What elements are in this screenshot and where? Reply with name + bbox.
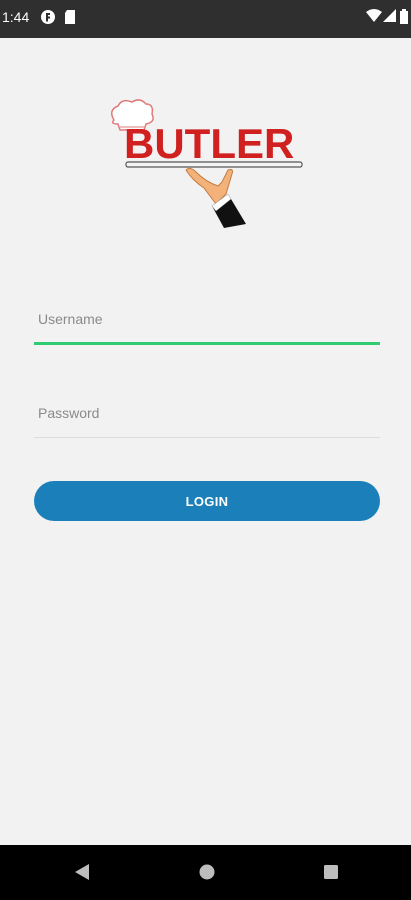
sd-card-icon — [64, 9, 76, 30]
login-button[interactable]: LOGIN — [34, 481, 380, 521]
username-underline — [34, 342, 380, 345]
wifi-icon — [366, 9, 382, 28]
battery-icon — [400, 9, 408, 29]
butler-logo: BUTLER — [100, 98, 310, 234]
status-bar: 1:44 — [0, 0, 411, 38]
logo-text: BUTLER — [124, 120, 294, 167]
app-notification-icon — [40, 9, 56, 30]
back-icon[interactable] — [73, 862, 91, 887]
home-icon[interactable] — [198, 862, 216, 887]
signal-icon — [383, 9, 396, 28]
password-input[interactable] — [34, 400, 380, 426]
navigation-bar — [0, 845, 411, 900]
status-time: 1:44 — [2, 9, 30, 25]
username-field-container — [34, 306, 380, 345]
butler-logo-graphic: BUTLER — [111, 99, 303, 228]
password-underline — [34, 437, 380, 438]
recents-icon[interactable] — [322, 862, 340, 887]
password-field-container — [34, 400, 380, 438]
username-input[interactable] — [34, 306, 380, 332]
